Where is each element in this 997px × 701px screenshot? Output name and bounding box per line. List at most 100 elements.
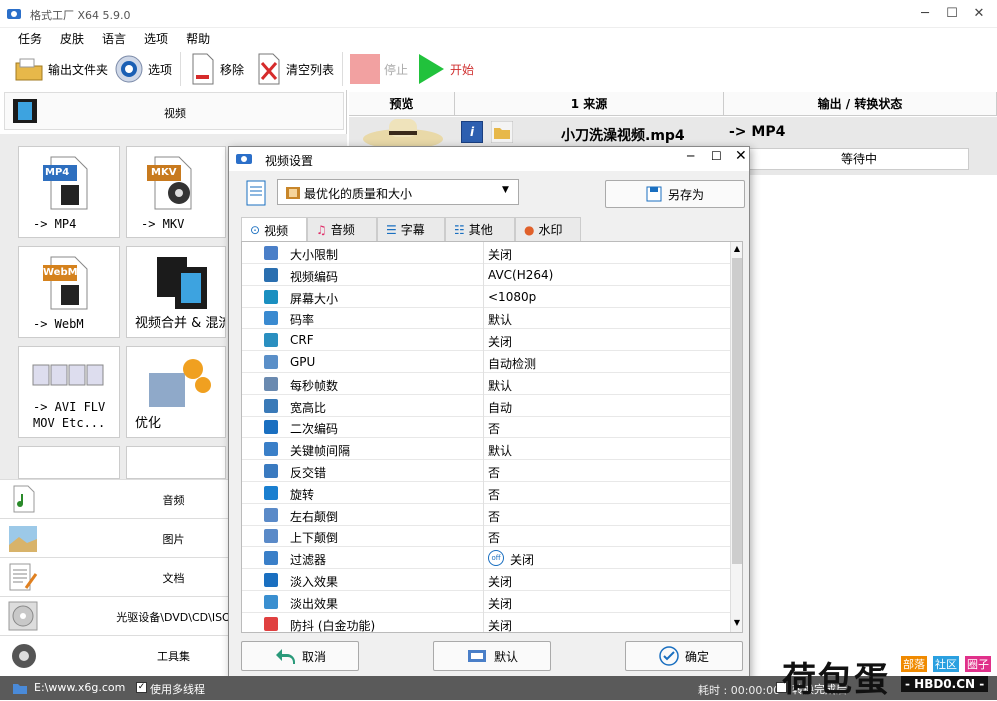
scroll-down-icon[interactable]: ▼ <box>732 618 742 627</box>
setting-value[interactable]: 否 <box>488 508 500 525</box>
scroll-up-icon[interactable]: ▲ <box>732 244 742 253</box>
tile-mkv[interactable]: MKV -> MKV <box>126 146 226 238</box>
tile-merge[interactable]: 视频合并 & 混流 <box>126 246 226 338</box>
dialog-close-button[interactable]: ✕ <box>735 148 747 164</box>
setting-row[interactable]: 二次编码 否 <box>242 416 730 439</box>
setting-row[interactable]: 左右颠倒 否 <box>242 503 730 526</box>
tile-mp4[interactable]: MP4 -> MP4 <box>18 146 120 238</box>
tab-audio[interactable]: ♫ 音频 <box>307 217 377 241</box>
setting-value[interactable]: AVC(H264) <box>488 268 553 282</box>
setting-value[interactable]: 关闭 <box>488 573 512 590</box>
setting-name: 码率 <box>290 313 315 328</box>
setting-row[interactable]: GPU 自动检测 <box>242 351 730 373</box>
category-video[interactable]: 视频 <box>4 92 344 130</box>
setting-value[interactable]: <1080p <box>488 290 536 304</box>
stop-icon <box>350 54 380 84</box>
setting-name: 大小限制 <box>290 248 339 262</box>
other-tab-icon: ☷ <box>454 222 465 237</box>
setting-value[interactable]: 关闭 <box>488 333 512 350</box>
setting-value[interactable]: 否 <box>488 464 500 481</box>
setting-value[interactable]: 自动 <box>488 399 512 416</box>
tile-partial-1[interactable] <box>18 446 120 479</box>
close-button[interactable]: ✕ <box>966 4 992 24</box>
multithread-checkbox[interactable]: ✓ <box>136 682 147 693</box>
clear-list-label: 清空列表 <box>286 62 335 77</box>
output-folder-button[interactable]: 输出文件夹 <box>14 52 108 86</box>
tile-optimize[interactable]: 优化 <box>126 346 226 438</box>
setting-row[interactable]: 上下颠倒 否 <box>242 525 730 548</box>
dialog-maximize-button[interactable]: ☐ <box>711 149 722 163</box>
default-button[interactable]: 默认 <box>433 641 551 671</box>
setting-value[interactable]: 否 <box>488 420 500 437</box>
watermark-main: 荷包蛋 <box>782 660 890 700</box>
header-source[interactable]: 1 来源 <box>455 92 724 116</box>
tab-other[interactable]: ☷ 其他 <box>445 217 515 241</box>
setting-value[interactable]: 否 <box>488 529 500 546</box>
setting-row[interactable]: 淡出效果 关闭 <box>242 590 730 613</box>
setting-value[interactable]: 默认 <box>488 377 512 394</box>
menu-skin[interactable]: 皮肤 <box>60 30 84 47</box>
start-button[interactable]: 开始 <box>416 52 474 86</box>
dialog-minimize-button[interactable]: ─ <box>687 149 694 163</box>
setting-row[interactable]: 宽高比 自动 <box>242 394 730 417</box>
tab-subtitle[interactable]: ☰ 字幕 <box>377 217 445 241</box>
maximize-button[interactable]: ☐ <box>939 4 965 24</box>
ok-button[interactable]: 确定 <box>625 641 743 671</box>
open-folder-icon[interactable] <box>491 121 513 143</box>
tile-webm[interactable]: WebM -> WebM <box>18 246 120 338</box>
setting-row[interactable]: 淡入效果 关闭 <box>242 569 730 591</box>
setting-row[interactable]: 大小限制 关闭 <box>242 242 730 264</box>
options-button[interactable]: 选项 <box>114 52 172 86</box>
info-icon[interactable]: i <box>461 121 483 143</box>
setting-value[interactable]: 默认 <box>488 442 512 459</box>
setting-row[interactable]: 每秒帧数 默认 <box>242 372 730 395</box>
menu-options[interactable]: 选项 <box>144 30 168 47</box>
menu-task[interactable]: 任务 <box>18 30 42 47</box>
save-as-button[interactable]: 另存为 <box>605 180 745 208</box>
setting-row[interactable]: 码率 默认 <box>242 307 730 330</box>
setting-row[interactable]: 屏幕大小 <1080p <box>242 285 730 308</box>
setting-value[interactable]: 自动检测 <box>488 355 536 372</box>
setting-name: 淡入效果 <box>290 575 339 589</box>
setting-row[interactable]: 旋转 否 <box>242 481 730 504</box>
scrollbar-thumb[interactable] <box>732 258 742 564</box>
two-pass-icon <box>264 420 278 435</box>
column-divider <box>483 329 484 352</box>
preset-dropdown[interactable]: 最优化的质量和大小 ▼ <box>277 179 519 205</box>
menu-help[interactable]: 帮助 <box>186 30 210 47</box>
setting-value[interactable]: 否 <box>488 486 500 503</box>
tab-watermark[interactable]: ● 水印 <box>515 217 581 241</box>
tile-avi-flv[interactable]: -> AVI FLV MOV Etc... <box>18 346 120 438</box>
toolbar-divider <box>180 52 181 86</box>
setting-row[interactable]: CRF 关闭 <box>242 329 730 352</box>
output-path[interactable]: E:\www.x6g.com <box>34 681 125 694</box>
column-divider <box>483 569 484 591</box>
minimize-button[interactable]: ─ <box>912 4 938 24</box>
setting-value[interactable]: 关闭 <box>510 551 534 568</box>
setting-value[interactable]: 关闭 <box>488 617 512 632</box>
settings-scrollbar[interactable]: ▲ ▼ <box>730 242 742 632</box>
menu-language[interactable]: 语言 <box>102 30 126 47</box>
flip-v-icon <box>264 529 278 544</box>
tile-partial-2[interactable] <box>126 446 226 479</box>
cancel-button[interactable]: 取消 <box>241 641 359 671</box>
setting-name: 防抖 (白金功能) <box>290 618 376 633</box>
setting-row[interactable]: 防抖 (白金功能) 关闭 <box>242 612 730 633</box>
setting-row[interactable]: 视频编码 AVC(H264) <box>242 263 730 286</box>
status-text: 等待中 <box>840 152 877 166</box>
header-output[interactable]: 输出 / 转换状态 <box>724 92 997 116</box>
setting-row[interactable]: 过滤器 off 关闭 <box>242 547 730 570</box>
column-divider <box>483 242 484 264</box>
setting-row[interactable]: 反交错 否 <box>242 460 730 482</box>
reset-default-icon <box>467 650 486 662</box>
remove-button[interactable]: 移除 <box>190 52 244 86</box>
tab-video[interactable]: ⊙ 视频 <box>241 217 307 242</box>
ok-label: 确定 <box>684 649 709 664</box>
setting-value[interactable]: 关闭 <box>488 595 512 612</box>
setting-value[interactable]: 关闭 <box>488 246 512 263</box>
setting-row[interactable]: 关键帧间隔 默认 <box>242 438 730 461</box>
clear-list-button[interactable]: 清空列表 <box>256 52 334 86</box>
stop-button[interactable]: 停止 <box>350 52 408 86</box>
column-divider <box>483 394 484 417</box>
setting-value[interactable]: 默认 <box>488 311 512 328</box>
